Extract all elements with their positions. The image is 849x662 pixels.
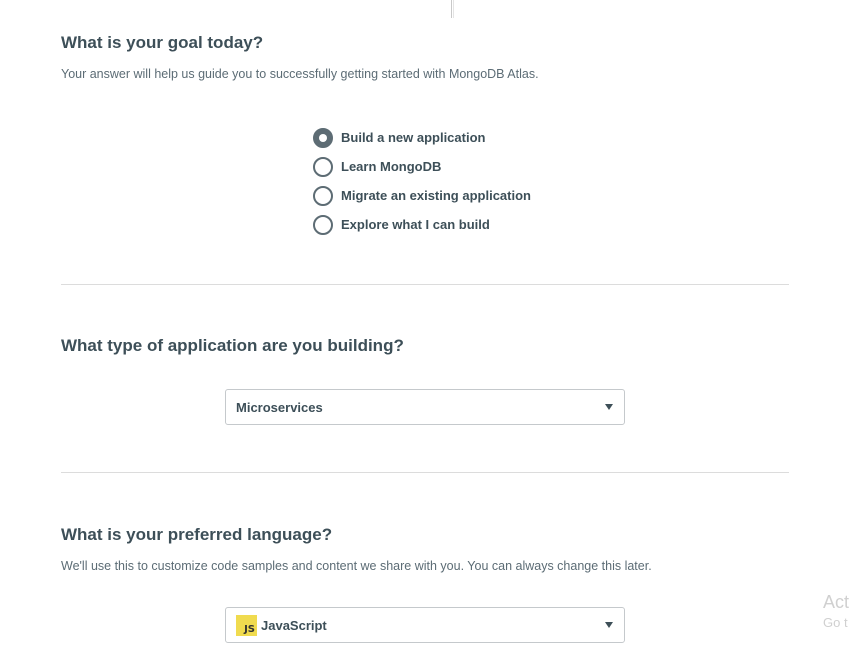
- chevron-down-icon: [605, 404, 613, 410]
- goal-option-build[interactable]: Build a new application: [313, 123, 531, 152]
- goal-heading: What is your goal today?: [61, 33, 264, 52]
- goal-option-label: Learn MongoDB: [341, 159, 442, 174]
- radio-button[interactable]: [313, 185, 333, 206]
- app-type-selected-value: Microservices: [236, 399, 323, 415]
- javascript-logo-text: JS: [244, 623, 255, 635]
- goal-option-label: Explore what I can build: [341, 217, 490, 232]
- onboarding-page: What is your goal today? Your answer wil…: [0, 0, 849, 662]
- goal-option-migrate[interactable]: Migrate an existing application: [313, 181, 531, 210]
- scroll-indicator: [451, 0, 454, 18]
- radio-button[interactable]: [313, 214, 333, 235]
- goal-subtitle: Your answer will help us guide you to su…: [61, 67, 539, 81]
- goal-option-explore[interactable]: Explore what I can build: [313, 210, 531, 239]
- activation-watermark-line2: Go t: [823, 615, 848, 630]
- app-type-heading: What type of application are you buildin…: [61, 336, 404, 355]
- goal-option-learn[interactable]: Learn MongoDB: [313, 152, 531, 181]
- goal-option-label: Migrate an existing application: [341, 188, 531, 203]
- javascript-logo-icon: JS: [236, 614, 257, 636]
- radio-button-checked[interactable]: [313, 127, 333, 148]
- language-select[interactable]: JS JavaScript: [225, 607, 625, 643]
- chevron-down-icon: [605, 622, 613, 628]
- goal-radio-group: Build a new application Learn MongoDB Mi…: [313, 123, 531, 239]
- language-subtitle: We'll use this to customize code samples…: [61, 559, 652, 573]
- activation-watermark-line1: Act: [823, 592, 849, 612]
- language-selected-value: JavaScript: [261, 617, 327, 633]
- language-heading: What is your preferred language?: [61, 525, 333, 544]
- section-divider: [61, 284, 789, 285]
- section-divider: [61, 472, 789, 473]
- goal-option-label: Build a new application: [341, 130, 486, 145]
- app-type-select[interactable]: Microservices: [225, 389, 625, 425]
- radio-button[interactable]: [313, 156, 333, 177]
